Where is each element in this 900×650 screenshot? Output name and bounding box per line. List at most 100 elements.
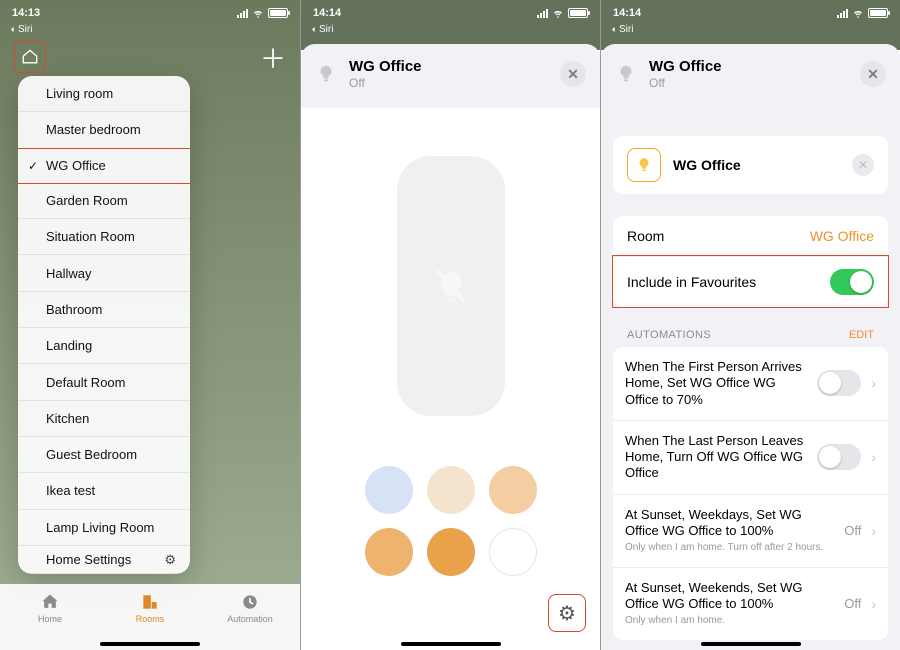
- siri-back-label: Siri: [319, 24, 333, 35]
- accessory-settings-button[interactable]: ⚙: [548, 594, 586, 632]
- battery-icon: [568, 8, 588, 18]
- settings-body[interactable]: WG Office ✕ Room WG Office Include in Fa…: [601, 108, 900, 650]
- brightness-slider[interactable]: [397, 156, 505, 416]
- room-menu-item[interactable]: Situation Room: [18, 219, 190, 255]
- automation-state: Off: [844, 523, 861, 538]
- color-swatches: [365, 466, 537, 576]
- tab-home[interactable]: Home: [10, 592, 90, 624]
- home-menu-button[interactable]: [14, 41, 46, 73]
- bulb-icon: [615, 63, 637, 85]
- room-menu-item[interactable]: Default Room: [18, 364, 190, 400]
- wifi-icon: [852, 7, 864, 19]
- room-menu-item[interactable]: Hallway: [18, 255, 190, 291]
- room-menu-item[interactable]: Living room: [18, 76, 190, 112]
- color-swatch[interactable]: [365, 528, 413, 576]
- bulb-on-icon: [627, 148, 661, 182]
- favorites-toggle[interactable]: [830, 269, 874, 295]
- room-menu-item[interactable]: Garden Room: [18, 183, 190, 219]
- room-menu-item[interactable]: Bathroom: [18, 292, 190, 328]
- color-swatch[interactable]: [489, 528, 537, 576]
- wifi-icon: [552, 7, 564, 19]
- automation-toggle[interactable]: [817, 370, 861, 396]
- automation-subtitle: Only when I am home. Turn off after 2 ho…: [625, 542, 834, 555]
- siri-back-label: Siri: [619, 24, 633, 35]
- automation-row[interactable]: At Sunset, Weekends, Set WG Office WG Of…: [613, 567, 888, 640]
- siri-back-label: Siri: [18, 24, 32, 35]
- color-swatch[interactable]: [489, 466, 537, 514]
- chevron-right-icon: ›: [871, 596, 876, 612]
- tab-bar: Home Rooms Automation: [0, 584, 300, 650]
- screen-light-control: 14:14 Siri WG Office Off ✕ ⚙: [300, 0, 600, 650]
- room-menu-item[interactable]: Lamp Living Room: [18, 510, 190, 546]
- cellular-icon: [237, 9, 248, 18]
- automation-row[interactable]: At Sunset, Weekdays, Set WG Office WG Of…: [613, 494, 888, 567]
- status-indicators: [237, 7, 288, 19]
- automation-title: At Sunset, Weekdays, Set WG Office WG Of…: [625, 507, 834, 540]
- add-accessory-button[interactable]: ＋: [260, 39, 286, 76]
- color-swatch[interactable]: [365, 466, 413, 514]
- accessory-name: WG Office: [673, 157, 840, 173]
- automations-section-header: AUTOMATIONS EDIT: [613, 329, 888, 347]
- cellular-icon: [837, 9, 848, 18]
- automation-title: At Sunset, Weekends, Set WG Office WG Of…: [625, 580, 834, 613]
- bulb-off-icon: [430, 265, 472, 307]
- close-button[interactable]: ✕: [860, 61, 886, 87]
- room-menu-item[interactable]: WG Office: [18, 148, 190, 184]
- status-time: 14:13: [12, 7, 40, 19]
- tab-automation[interactable]: Automation: [210, 592, 290, 624]
- back-to-siri[interactable]: Siri: [609, 24, 633, 35]
- clear-name-button[interactable]: ✕: [852, 154, 874, 176]
- bulb-icon: [315, 63, 337, 85]
- tab-home-label: Home: [38, 614, 62, 624]
- automation-state: Off: [844, 596, 861, 611]
- room-value: WG Office: [810, 228, 874, 244]
- wifi-icon: [252, 7, 264, 19]
- status-time: 14:14: [613, 7, 641, 19]
- room-menu-item[interactable]: Guest Bedroom: [18, 437, 190, 473]
- back-to-siri[interactable]: Siri: [8, 24, 32, 35]
- tab-rooms-label: Rooms: [136, 614, 165, 624]
- automations-edit-button[interactable]: EDIT: [849, 329, 874, 341]
- close-button[interactable]: ✕: [560, 61, 586, 87]
- favorites-label: Include in Favourites: [627, 274, 756, 290]
- room-label: Room: [627, 228, 664, 244]
- room-menu: Living roomMaster bedroomWG OfficeGarden…: [18, 76, 190, 574]
- light-control-body: ⚙: [301, 108, 600, 650]
- home-indicator[interactable]: [401, 642, 501, 646]
- favorites-row: Include in Favourites: [613, 256, 888, 307]
- room-menu-item[interactable]: Master bedroom: [18, 112, 190, 148]
- status-time: 14:14: [313, 7, 341, 19]
- room-menu-item[interactable]: Kitchen: [18, 401, 190, 437]
- color-swatch[interactable]: [427, 466, 475, 514]
- automation-row[interactable]: When The Last Person Leaves Home, Turn O…: [613, 420, 888, 494]
- chevron-right-icon: ›: [871, 375, 876, 391]
- screen-accessory-settings: 14:14 Siri WG Office Off ✕ WG Office ✕: [600, 0, 900, 650]
- room-row[interactable]: Room WG Office: [613, 216, 888, 256]
- automation-subtitle: Only when I am home.: [625, 615, 834, 628]
- battery-icon: [268, 8, 288, 18]
- status-indicators: [837, 7, 888, 19]
- accessory-title: WG Office: [649, 58, 848, 75]
- chevron-right-icon: ›: [871, 449, 876, 465]
- room-menu-item[interactable]: Ikea test: [18, 473, 190, 509]
- status-bar: 14:13: [0, 3, 300, 23]
- screen-rooms-menu: 14:13 Siri ＋ Living roomMaster bedroomWG…: [0, 0, 300, 650]
- status-bar: 14:14: [601, 3, 900, 23]
- accessory-name-card: WG Office ✕: [613, 136, 888, 194]
- tab-automation-label: Automation: [227, 614, 273, 624]
- house-icon: [20, 47, 40, 67]
- color-swatch[interactable]: [427, 528, 475, 576]
- automations-label: AUTOMATIONS: [627, 329, 711, 341]
- tab-rooms[interactable]: Rooms: [110, 592, 190, 624]
- automation-row[interactable]: When The First Person Arrives Home, Set …: [613, 347, 888, 420]
- cellular-icon: [537, 9, 548, 18]
- home-indicator[interactable]: [701, 642, 801, 646]
- accessory-sheet: WG Office Off ✕ ⚙: [301, 44, 600, 650]
- automation-toggle[interactable]: [817, 444, 861, 470]
- room-menu-item[interactable]: Landing: [18, 328, 190, 364]
- sheet-header: WG Office Off ✕: [301, 44, 600, 98]
- home-settings-row[interactable]: Home Settings: [18, 546, 190, 574]
- automation-title: When The First Person Arrives Home, Set …: [625, 359, 807, 408]
- back-to-siri[interactable]: Siri: [309, 24, 333, 35]
- home-indicator[interactable]: [100, 642, 200, 646]
